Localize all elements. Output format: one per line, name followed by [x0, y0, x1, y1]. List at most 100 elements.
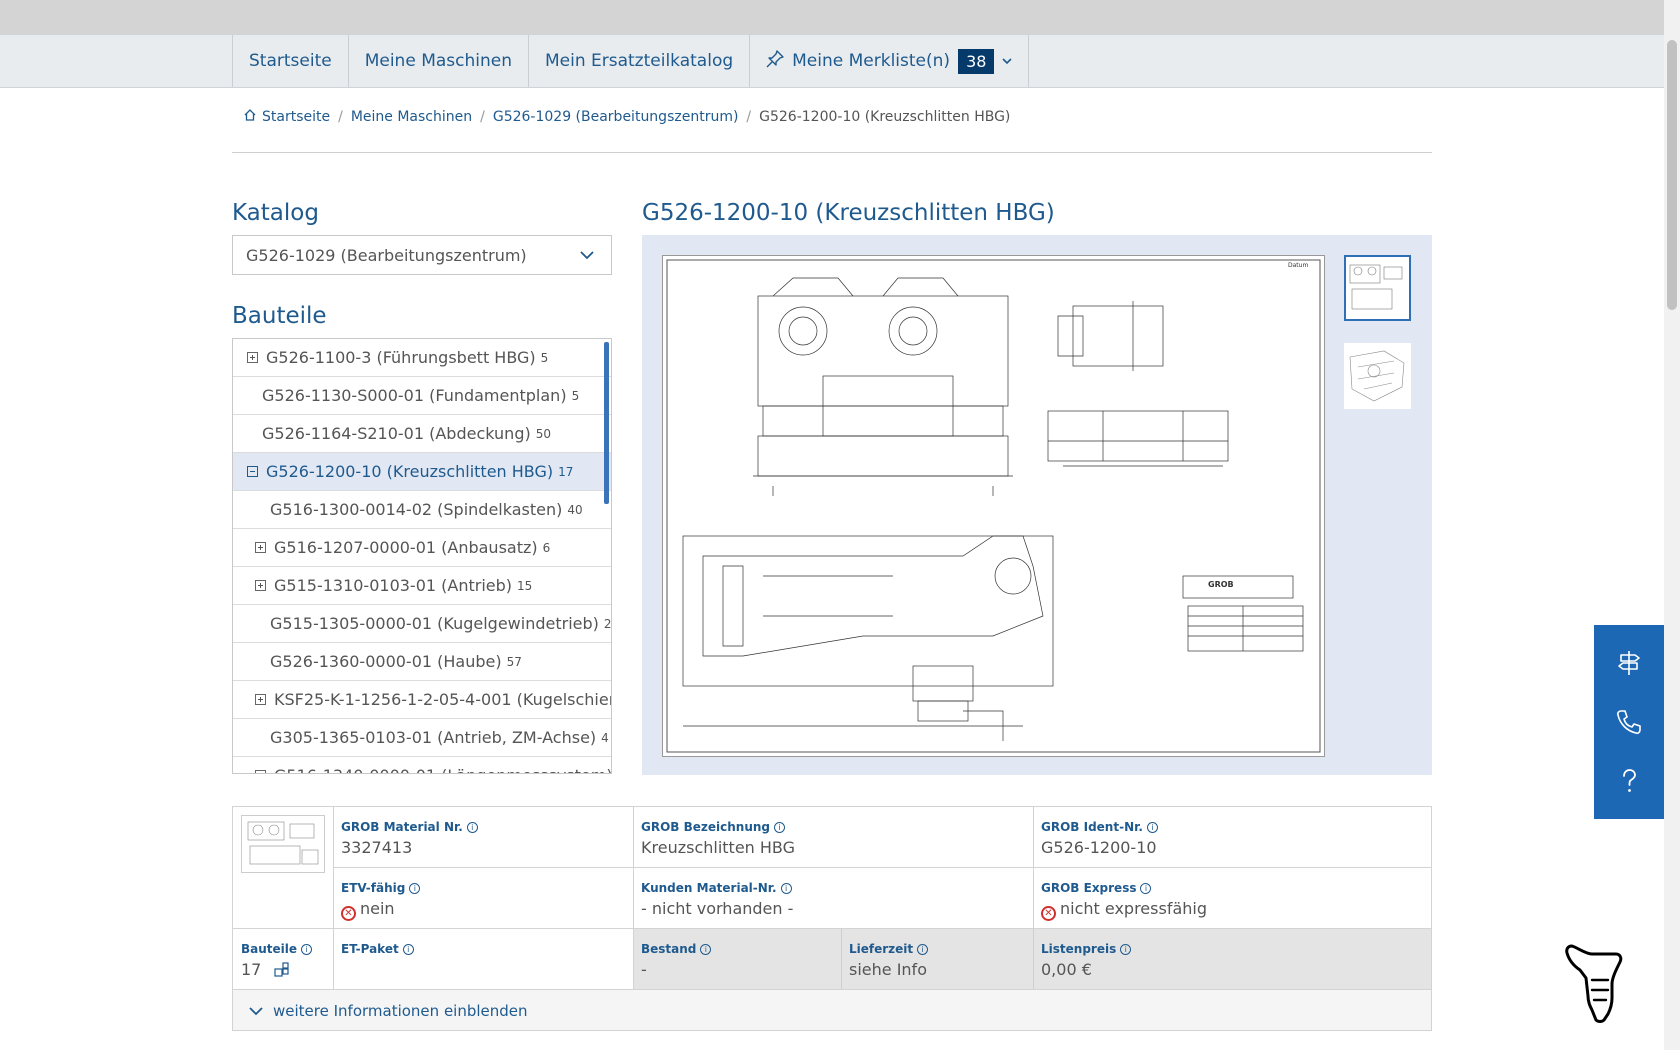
tree-item-active[interactable]: G526-1200-10 (Kreuzschlitten HBG) 17	[233, 453, 611, 491]
info-label: ET-Paket	[341, 942, 399, 956]
info-cell-kunden-material: Kunden Material-Nr. i - nicht vorhanden -	[633, 873, 801, 926]
signpost-icon[interactable]	[1609, 643, 1649, 683]
info-cell-bauteile: Bauteile i 17	[233, 934, 320, 990]
nav-meine-maschinen[interactable]: Meine Maschinen	[349, 35, 529, 87]
expand-toggle-icon[interactable]	[255, 770, 266, 773]
tree-item[interactable]: G515-1310-0103-01 (Antrieb) 15	[233, 567, 611, 605]
pin-icon	[766, 49, 784, 73]
tree-item[interactable]: G515-1305-0000-01 (Kugelgewindetrieb) 20	[233, 605, 611, 643]
breadcrumb-machine[interactable]: G526-1029 (Bearbeitungszentrum)	[493, 109, 739, 125]
tree-item-count: 15	[517, 578, 533, 593]
breadcrumb-startseite[interactable]: Startseite	[262, 109, 330, 125]
parts-list-icon[interactable]	[274, 962, 290, 982]
technical-drawing[interactable]: Datum GROB	[662, 255, 1325, 757]
page-scrollbar-thumb[interactable]	[1667, 40, 1677, 310]
merkliste-label: Meine Merkliste(n)	[792, 51, 951, 71]
tree-item-count: 6	[542, 540, 551, 555]
tree-item-label: G515-1310-0103-01 (Antrieb)	[274, 576, 513, 595]
part-info-table: GROB Material Nr. i 3327413 GROB Bezeichn…	[232, 806, 1432, 1031]
merkliste-count-badge: 38	[958, 48, 995, 74]
more-info-toggle[interactable]: weitere Informationen einblenden	[233, 989, 1431, 1030]
bauteile-tree[interactable]: G526-1100-3 (Führungsbett HBG) 5 G526-113…	[232, 338, 612, 774]
tree-item-count: 5	[540, 350, 549, 365]
info-value: nein	[360, 899, 395, 918]
info-label: GROB Bezeichnung	[641, 820, 771, 834]
tree-item[interactable]: G516-1207-0000-01 (Anbausatz) 6	[233, 529, 611, 567]
nav-startseite[interactable]: Startseite	[233, 35, 349, 87]
info-icon[interactable]: i	[301, 944, 313, 955]
breadcrumb-separator: /	[746, 109, 752, 125]
info-cell-bezeichnung: GROB Bezeichnung i Kreuzschlitten HBG	[633, 812, 803, 865]
katalog-select[interactable]: G526-1029 (Bearbeitungszentrum)	[232, 235, 612, 275]
tree-item[interactable]: G516-1340-0000-01 (Längenmesssystem)4	[233, 757, 611, 773]
info-value: G526-1200-10	[1041, 838, 1157, 857]
info-icon[interactable]: i	[780, 883, 792, 894]
info-icon[interactable]: i	[700, 944, 712, 955]
collapse-toggle-icon[interactable]	[247, 466, 258, 477]
info-value: nicht expressfähig	[1060, 899, 1207, 918]
question-icon[interactable]	[1609, 761, 1649, 801]
tree-item-label: G305-1365-0103-01 (Antrieb, ZM-Achse)	[270, 728, 597, 747]
nav-menu: Startseite Meine Maschinen Mein Ersatzte…	[232, 35, 1030, 87]
info-cell-listenpreis: Listenpreis i 0,00 €	[1033, 934, 1139, 987]
breadcrumb-separator: /	[480, 109, 485, 125]
tree-item-count: 20	[603, 616, 612, 631]
tree-item-label: G515-1305-0000-01 (Kugelgewindetrieb)	[270, 614, 599, 633]
info-value: Kreuzschlitten HBG	[641, 838, 796, 857]
tree-scrollbar-thumb[interactable]	[604, 342, 609, 504]
drawing-thumbnail[interactable]	[1344, 255, 1411, 321]
tree-item-count: 40	[567, 502, 583, 517]
tree-item[interactable]: KSF25-K-1-1256-1-2-05-4-001 (Kugelschien…	[233, 681, 611, 719]
tree-item[interactable]: G305-1365-0103-01 (Antrieb, ZM-Achse) 4	[233, 719, 611, 757]
expand-toggle-icon[interactable]	[247, 352, 258, 363]
tree-item[interactable]: G526-1164-S210-01 (Abdeckung) 50	[233, 415, 611, 453]
katalog-selected-value: G526-1029 (Bearbeitungszentrum)	[246, 245, 527, 265]
tree-item-label: G526-1100-3 (Führungsbett HBG)	[266, 348, 536, 367]
info-icon[interactable]: i	[466, 822, 478, 833]
info-icon[interactable]: i	[1120, 944, 1132, 955]
side-tools-panel	[1594, 625, 1664, 819]
tree-item[interactable]: G526-1130-S000-01 (Fundamentplan) 5	[233, 377, 611, 415]
info-icon[interactable]: i	[774, 822, 786, 833]
info-cell-et-paket: ET-Paket i	[333, 934, 422, 968]
info-label: Lieferzeit	[849, 942, 914, 956]
chevron-down-icon	[1002, 54, 1012, 68]
info-value: - nicht vorhanden -	[641, 899, 794, 918]
breadcrumb-divider	[232, 152, 1432, 153]
info-icon[interactable]: i	[409, 883, 421, 894]
tree-item-count: 57	[506, 654, 522, 669]
error-x-icon: ✕	[341, 906, 356, 921]
info-icon[interactable]: i	[1146, 822, 1158, 833]
nav-ersatzteilkatalog[interactable]: Mein Ersatzteilkatalog	[529, 35, 751, 87]
breadcrumb-current: G526-1200-10 (Kreuzschlitten HBG)	[759, 109, 1011, 125]
drawing-viewer[interactable]: Datum GROB	[642, 235, 1432, 775]
breadcrumb-separator: /	[338, 109, 343, 125]
page-scrollbar[interactable]	[1664, 0, 1680, 1050]
part-title: G526-1200-10 (Kreuzschlitten HBG)	[642, 200, 1055, 226]
info-icon[interactable]: i	[917, 944, 929, 955]
info-label: Bauteile	[241, 942, 298, 956]
tree-item[interactable]: G526-1100-3 (Führungsbett HBG) 5	[233, 339, 611, 377]
part-thumbnail[interactable]	[241, 815, 325, 873]
info-value: -	[641, 960, 647, 979]
info-cell-etv: ETV-fähig i ✕ nein	[333, 873, 428, 929]
drawing-thumbnail[interactable]	[1344, 343, 1411, 409]
info-value: 0,00 €	[1041, 960, 1092, 979]
nav-merkliste[interactable]: Meine Merkliste(n) 38	[750, 35, 1030, 87]
expand-toggle-icon[interactable]	[255, 580, 266, 591]
phone-icon[interactable]	[1609, 702, 1649, 742]
info-cell-ident-nr: GROB Ident-Nr. i G526-1200-10	[1033, 812, 1166, 865]
info-icon[interactable]: i	[1140, 883, 1152, 894]
breadcrumb-meine-maschinen[interactable]: Meine Maschinen	[351, 109, 472, 125]
expand-toggle-icon[interactable]	[255, 542, 266, 553]
tree-item-count: 17	[558, 464, 574, 479]
bauteile-heading: Bauteile	[232, 303, 327, 329]
tree-item[interactable]: G516-1300-0014-02 (Spindelkasten) 40	[233, 491, 611, 529]
tree-item[interactable]: G526-1360-0000-01 (Haube) 57	[233, 643, 611, 681]
hand-cursor-icon	[1562, 940, 1632, 1024]
expand-toggle-icon[interactable]	[255, 694, 266, 705]
tree-item-label: G516-1300-0014-02 (Spindelkasten)	[270, 500, 563, 519]
katalog-heading: Katalog	[232, 200, 319, 226]
info-icon[interactable]: i	[402, 944, 414, 955]
info-label: Listenpreis	[1041, 942, 1117, 956]
